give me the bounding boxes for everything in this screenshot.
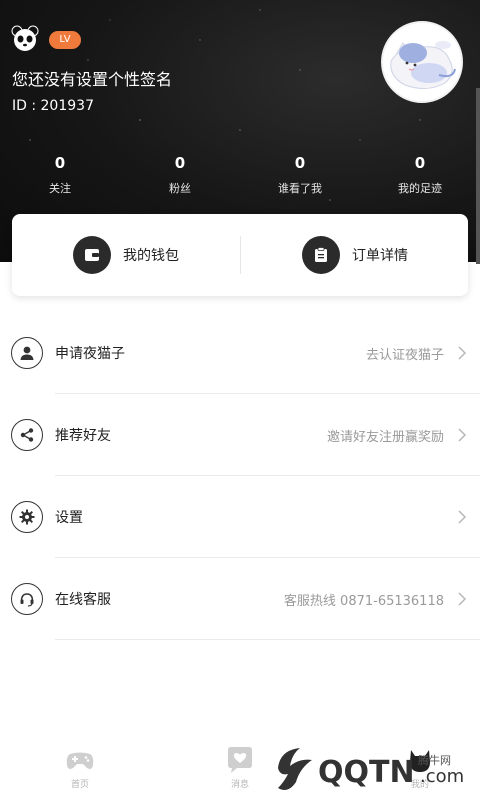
tab-label: 我的 — [410, 780, 429, 790]
tab-messages[interactable]: 消息 — [180, 746, 300, 790]
menu-item-value: 去认证夜猫子 — [365, 348, 444, 363]
menu-item-title: 推荐好友 — [55, 428, 111, 444]
scrollbar[interactable] — [476, 88, 480, 264]
menu-item-title: 在线客服 — [55, 592, 111, 608]
bottom-tab-bar: 首页 消息 我的 — [0, 742, 480, 800]
stat-label: 我的足迹 — [398, 182, 442, 195]
menu-item-online-service[interactable]: 在线客服 客服热线 0871-65136118 — [0, 558, 480, 640]
stat-label: 谁看了我 — [278, 182, 322, 195]
menu-item-settings[interactable]: 设置 — [0, 476, 480, 558]
stat-value: 0 — [294, 154, 306, 172]
stat-value: 0 — [174, 154, 186, 172]
menu-item-recommend-friends[interactable]: 推荐好友 邀请好友注册赢奖励 — [0, 394, 480, 476]
tab-label: 首页 — [70, 780, 89, 790]
headset-icon — [11, 583, 43, 615]
stat-label: 粉丝 — [169, 182, 191, 195]
level-badge: LV — [49, 31, 81, 49]
profile-stats: 0 关注 0 粉丝 0 谁看了我 0 我的足迹 — [0, 152, 480, 198]
profile-signature[interactable]: 您还没有设置个性签名 — [12, 66, 172, 90]
menu-item-title: 申请夜猫子 — [55, 346, 125, 362]
wallet-label: 我的钱包 — [123, 248, 179, 264]
card-divider — [240, 236, 241, 274]
menu-item-title: 设置 — [55, 510, 83, 526]
person-icon — [11, 337, 43, 369]
tab-label: 消息 — [230, 780, 249, 790]
wallet-icon — [73, 236, 111, 274]
chevron-right-icon — [458, 428, 467, 442]
settings-menu: 申请夜猫子 去认证夜猫子 推荐好友 邀请好友注册赢奖励 设置 在线客服 客服热线… — [0, 312, 480, 640]
stat-label: 关注 — [49, 182, 71, 195]
stat-following[interactable]: 0 关注 — [0, 152, 120, 196]
chevron-right-icon — [458, 510, 467, 524]
watermark-text: 腾牛网 — [418, 754, 451, 767]
share-icon — [11, 419, 43, 451]
stat-visitors[interactable]: 0 谁看了我 — [240, 152, 360, 196]
menu-item-value: 客服热线 0871-65136118 — [283, 594, 444, 609]
wallet-button[interactable]: 我的钱包 — [73, 214, 179, 296]
stat-fans[interactable]: 0 粉丝 — [120, 152, 240, 196]
orders-label: 订单详情 — [352, 248, 408, 264]
tab-home[interactable]: 首页 — [20, 746, 140, 790]
chevron-right-icon — [458, 592, 467, 606]
chevron-right-icon — [458, 346, 467, 360]
gear-icon — [11, 501, 43, 533]
user-id: ID : 201937 — [12, 98, 94, 114]
gamepad-icon — [66, 752, 94, 769]
stat-footprints[interactable]: 0 我的足迹 — [360, 152, 480, 196]
orders-button[interactable]: 订单详情 — [302, 214, 408, 296]
menu-item-value: 邀请好友注册赢奖励 — [326, 430, 444, 445]
chat-heart-icon — [228, 747, 252, 773]
stat-value: 0 — [54, 154, 66, 172]
wallet-order-card: 我的钱包 订单详情 — [12, 214, 468, 296]
clipboard-icon — [302, 236, 340, 274]
cat-avatar-illustration — [383, 23, 461, 101]
panda-level-icon — [11, 25, 39, 51]
divider — [55, 639, 480, 640]
stat-value: 0 — [414, 154, 426, 172]
menu-item-apply-night-owl[interactable]: 申请夜猫子 去认证夜猫子 — [0, 312, 480, 394]
avatar[interactable] — [381, 21, 463, 103]
